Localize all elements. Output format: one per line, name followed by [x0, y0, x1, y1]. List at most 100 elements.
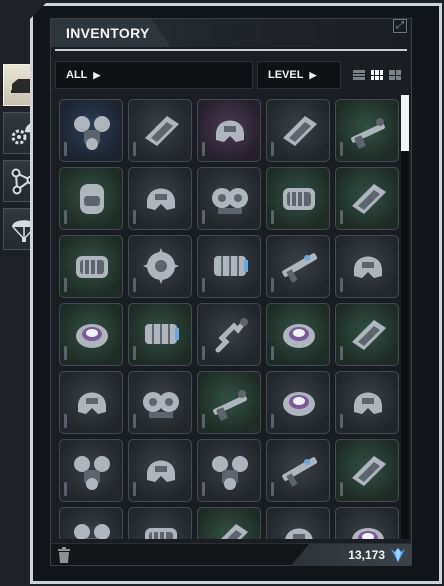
canister-icon	[145, 528, 177, 539]
helmet-icon	[78, 392, 106, 414]
slot-level-bar	[271, 210, 274, 224]
inventory-scrollbar[interactable]	[401, 95, 409, 539]
inventory-slot[interactable]	[335, 303, 399, 366]
inventory-slot[interactable]	[128, 167, 192, 230]
grapple-icon	[215, 318, 248, 353]
sort-dropdown[interactable]: LEVEL ▶	[257, 61, 341, 89]
currency-display: 13,173	[291, 544, 411, 566]
slot-level-bar	[64, 142, 67, 156]
inventory-slot[interactable]	[197, 507, 261, 539]
battery-icon	[145, 324, 179, 344]
slot-level-bar	[202, 414, 205, 428]
slot-level-bar	[202, 346, 205, 360]
gyro-icon	[143, 248, 179, 284]
jetpack-icon	[74, 524, 110, 539]
grid-large-view-icon[interactable]	[389, 70, 401, 80]
slot-level-bar	[64, 414, 67, 428]
inventory-slot[interactable]	[59, 235, 123, 298]
chip-icon	[352, 184, 386, 214]
inventory-slot[interactable]	[59, 99, 123, 162]
slot-level-bar	[340, 210, 343, 224]
slot-level-bar	[64, 346, 67, 360]
inventory-slot[interactable]	[128, 303, 192, 366]
inventory-panel: INVENTORY ⤢ ALL ▶ LEVEL ▶ 13,173	[50, 18, 412, 566]
chip-icon	[221, 524, 248, 539]
chevron-right-icon: ▶	[309, 69, 317, 80]
chip-icon	[283, 116, 317, 146]
jetpack-icon	[74, 456, 110, 490]
inventory-slot[interactable]	[197, 167, 261, 230]
slot-level-bar	[202, 142, 205, 156]
slot-level-bar	[340, 142, 343, 156]
slot-level-bar	[271, 414, 274, 428]
slot-level-bar	[271, 142, 274, 156]
inventory-grid-viewport	[55, 95, 401, 539]
inventory-slot[interactable]	[128, 507, 192, 539]
slot-level-bar	[133, 414, 136, 428]
inventory-slot[interactable]	[335, 507, 399, 539]
chip-icon	[352, 456, 386, 486]
inventory-slot[interactable]	[128, 439, 192, 502]
inventory-slot[interactable]	[266, 99, 330, 162]
shotgun-icon	[213, 390, 247, 421]
chevron-right-icon: ▶	[93, 69, 101, 80]
slot-level-bar	[133, 346, 136, 360]
inventory-slot[interactable]	[59, 507, 123, 539]
currency-amount: 13,173	[348, 548, 385, 562]
inventory-slot[interactable]	[197, 371, 261, 434]
slot-level-bar	[340, 482, 343, 496]
expand-icon[interactable]: ⤢	[393, 19, 407, 33]
slot-level-bar	[202, 482, 205, 496]
slot-level-bar	[202, 210, 205, 224]
bottom-bar: 13,173	[51, 543, 411, 566]
rifle-icon	[282, 457, 318, 487]
slot-level-bar	[64, 482, 67, 496]
inventory-slot[interactable]	[335, 99, 399, 162]
disc-icon	[283, 324, 315, 348]
inventory-slot[interactable]	[59, 167, 123, 230]
list-view-icon[interactable]	[353, 70, 365, 80]
inventory-slot[interactable]	[128, 371, 192, 434]
helmet-icon	[354, 256, 382, 278]
inventory-slot[interactable]	[197, 99, 261, 162]
panel-title: INVENTORY	[66, 25, 150, 41]
scrollbar-thumb[interactable]	[401, 95, 409, 151]
slot-level-bar	[133, 142, 136, 156]
inventory-slot[interactable]	[59, 371, 123, 434]
slot-level-bar	[271, 482, 274, 496]
jetpack-icon	[212, 456, 248, 490]
inventory-slot[interactable]	[335, 167, 399, 230]
helmet-icon	[285, 528, 313, 539]
canister-icon	[283, 188, 315, 210]
inventory-slot[interactable]	[266, 439, 330, 502]
category-filter-dropdown[interactable]: ALL ▶	[55, 61, 253, 89]
inventory-grid	[55, 95, 401, 539]
inventory-slot[interactable]	[266, 507, 330, 539]
inventory-slot[interactable]	[266, 235, 330, 298]
slot-level-bar	[133, 210, 136, 224]
inventory-slot[interactable]	[266, 303, 330, 366]
title-bar: INVENTORY ⤢	[51, 19, 411, 47]
inventory-slot[interactable]	[266, 371, 330, 434]
helmet-icon	[147, 460, 175, 482]
inventory-slot[interactable]	[266, 167, 330, 230]
inventory-slot[interactable]	[59, 303, 123, 366]
canister-icon	[76, 256, 108, 278]
inventory-slot[interactable]	[335, 235, 399, 298]
chip-icon	[352, 320, 386, 350]
inventory-slot[interactable]	[197, 439, 261, 502]
inventory-slot[interactable]	[335, 371, 399, 434]
inventory-slot[interactable]	[59, 439, 123, 502]
crystal-currency-icon	[391, 548, 405, 562]
inventory-slot[interactable]	[197, 303, 261, 366]
inventory-slot[interactable]	[197, 235, 261, 298]
inventory-slot[interactable]	[335, 439, 399, 502]
grid-small-view-icon[interactable]	[371, 70, 383, 80]
inventory-slot[interactable]	[128, 235, 192, 298]
helmet-icon	[216, 120, 244, 142]
trash-icon[interactable]	[57, 547, 71, 563]
backpack-icon	[80, 184, 104, 214]
sort-label: LEVEL	[268, 69, 304, 81]
inventory-slot[interactable]	[128, 99, 192, 162]
slot-level-bar	[64, 278, 67, 292]
